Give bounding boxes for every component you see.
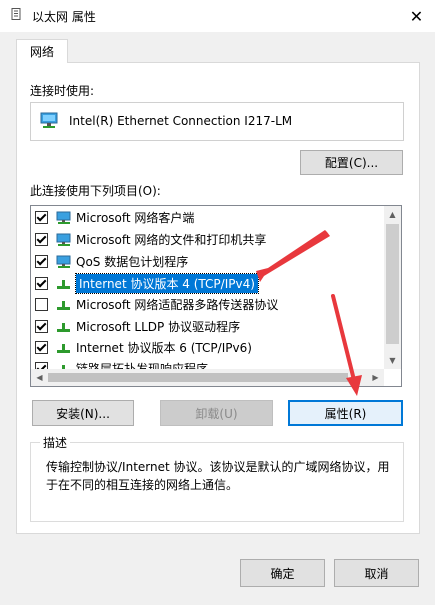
- scroll-up-icon[interactable]: ▲: [384, 206, 401, 223]
- checkbox[interactable]: [35, 320, 48, 333]
- item-label: Microsoft 网络的文件和打印机共享: [76, 233, 267, 247]
- list-item[interactable]: Microsoft 网络适配器多路传送器协议: [35, 294, 278, 315]
- ok-button[interactable]: 确定: [240, 559, 325, 587]
- adapter-name: Intel(R) Ethernet Connection I217-LM: [69, 114, 293, 128]
- network-client-icon: [56, 211, 72, 225]
- tab-network[interactable]: 网络: [16, 39, 68, 63]
- checkbox[interactable]: [35, 277, 48, 290]
- close-button[interactable]: ✕: [398, 0, 435, 32]
- adapter-box: Intel(R) Ethernet Connection I217-LM: [30, 102, 404, 141]
- item-label: Microsoft 网络客户端: [76, 211, 195, 225]
- list-item[interactable]: Internet 协议版本 6 (TCP/IPv6): [35, 337, 252, 358]
- checkbox[interactable]: [35, 298, 48, 311]
- items-list[interactable]: Microsoft 网络客户端 Microsoft 网络的文件和打印机共享 Qo…: [30, 205, 402, 387]
- item-label: Internet 协议版本 6 (TCP/IPv6): [76, 341, 252, 355]
- scroll-down-icon[interactable]: ▼: [384, 352, 401, 369]
- protocol-icon: [56, 277, 72, 291]
- install-button[interactable]: 安装(N)...: [32, 400, 134, 426]
- window-title: 以太网 属性: [32, 10, 96, 24]
- network-share-icon: [56, 233, 72, 247]
- properties-button[interactable]: 属性(R): [288, 400, 403, 426]
- protocol-icon: [56, 341, 72, 355]
- scroll-right-icon[interactable]: ▶: [367, 369, 384, 386]
- item-label: Microsoft 网络适配器多路传送器协议: [76, 298, 279, 312]
- protocol-icon: [56, 298, 72, 312]
- vertical-scroll-thumb[interactable]: [386, 224, 399, 344]
- description-text: 传输控制协议/Internet 协议。该协议是默认的广域网络协议，用于在不同的相…: [46, 460, 390, 492]
- checkbox[interactable]: [35, 341, 48, 354]
- scroll-left-icon[interactable]: ◀: [31, 369, 48, 386]
- connect-using-label: 连接时使用:: [30, 84, 95, 98]
- configure-button[interactable]: 配置(C)...: [300, 150, 403, 175]
- checkbox[interactable]: [35, 233, 48, 246]
- item-label: Microsoft LLDP 协议驱动程序: [76, 320, 241, 334]
- list-item[interactable]: Microsoft LLDP 协议驱动程序: [35, 316, 240, 337]
- item-label: QoS 数据包计划程序: [76, 255, 189, 269]
- list-item[interactable]: Microsoft 网络的文件和打印机共享: [35, 229, 266, 250]
- close-icon: ✕: [409, 6, 424, 26]
- protocol-icon: [56, 320, 72, 334]
- items-label: 此连接使用下列项目(O):: [30, 184, 161, 198]
- window-icon: [9, 8, 23, 22]
- item-label: Internet 协议版本 4 (TCP/IPv4): [75, 273, 259, 294]
- adapter-icon: [40, 112, 58, 129]
- list-item[interactable]: QoS 数据包计划程序: [35, 251, 188, 272]
- uninstall-button[interactable]: 卸载(U): [160, 400, 273, 426]
- list-item[interactable]: Internet 协议版本 4 (TCP/IPv4): [35, 273, 259, 294]
- checkbox[interactable]: [35, 255, 48, 268]
- tab-label: 网络: [29, 45, 54, 59]
- horizontal-scroll-thumb[interactable]: [48, 373, 348, 382]
- title-bar[interactable]: 以太网 属性 ✕: [0, 0, 435, 32]
- checkbox[interactable]: [35, 211, 48, 224]
- description-title: 描述: [40, 434, 71, 451]
- list-item[interactable]: Microsoft 网络客户端: [35, 207, 194, 228]
- cancel-button[interactable]: 取消: [334, 559, 419, 587]
- network-service-icon: [56, 255, 72, 269]
